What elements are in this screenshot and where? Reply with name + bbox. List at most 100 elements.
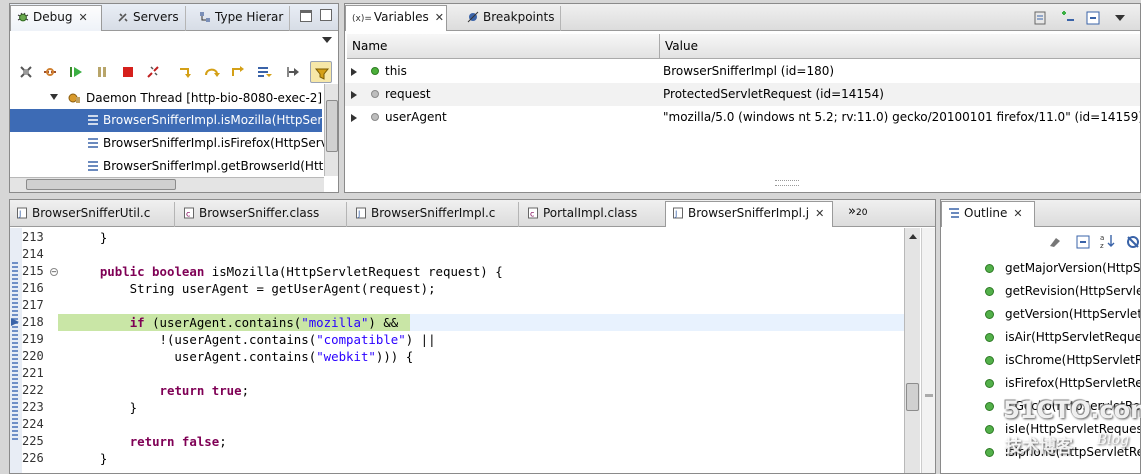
outline-item[interactable]: isChrome(HttpServletR: [941, 349, 1140, 372]
maximize-icon[interactable]: [320, 9, 332, 21]
code-line[interactable]: 220 userAgent.contains("webkit"))) {: [10, 348, 904, 365]
outline-item[interactable]: isAir(HttpServletReque: [941, 326, 1140, 349]
breakpoints-icon: [467, 11, 479, 23]
public-method-icon: [985, 287, 994, 296]
code-line[interactable]: 214: [10, 246, 904, 263]
code-line[interactable]: 216 String userAgent = getUserAgent(requ…: [10, 280, 904, 297]
disconnect-icon[interactable]: [145, 64, 161, 80]
chevron-right-icon[interactable]: [351, 91, 357, 99]
tab-debug[interactable]: Debug ✕: [10, 5, 102, 31]
scrollbar-thumb[interactable]: [26, 179, 176, 190]
svg-text:J: J: [18, 210, 21, 219]
add-expression-icon[interactable]: [1059, 10, 1075, 26]
outline-view: Outline ✕ az getMajorVersion(HttpSe getRe…: [940, 199, 1141, 474]
editor-tab[interactable]: c PortalImpl.class: [521, 202, 666, 227]
line-number: 225: [22, 434, 44, 448]
chevron-down-icon[interactable]: [50, 94, 58, 100]
chevron-right-icon[interactable]: [351, 68, 357, 76]
show-type-names-icon[interactable]: [1033, 10, 1049, 26]
close-icon[interactable]: ✕: [78, 11, 87, 24]
step-return-icon[interactable]: [230, 64, 246, 80]
close-icon[interactable]: ✕: [435, 11, 444, 24]
scroll-up-icon[interactable]: [909, 234, 917, 239]
stack-frame-selected[interactable]: BrowserSnifferImpl.isMozilla(HttpServ: [10, 109, 329, 132]
thread-node[interactable]: Daemon Thread [http-bio-8080-exec-2] (S: [10, 87, 338, 110]
stack-frame[interactable]: BrowserSnifferImpl.isFirefox(HttpServ: [10, 132, 328, 155]
code-line[interactable]: 225 return false;: [10, 433, 904, 450]
public-method-icon: [985, 379, 994, 388]
code-line-current[interactable]: 218 if (userAgent.contains("mozilla") &&: [10, 314, 904, 331]
code-line[interactable]: 222 return true;: [10, 382, 904, 399]
tab-outline[interactable]: Outline ✕: [941, 201, 1035, 227]
code-line[interactable]: 224: [10, 416, 904, 433]
code-line[interactable]: 226 }: [10, 450, 904, 467]
editor-tab-active[interactable]: J BrowserSnifferImpl.j ✕: [665, 201, 833, 227]
sort-icon[interactable]: az: [1099, 232, 1117, 250]
column-header-name[interactable]: Name: [352, 39, 387, 53]
outline-item-label: isIphone(HttpServletRe: [1005, 445, 1141, 459]
code-line[interactable]: 221: [10, 365, 904, 382]
scrollbar-thumb[interactable]: [326, 100, 338, 152]
suspend-icon[interactable]: [94, 64, 110, 80]
code-line[interactable]: 213 }: [10, 229, 904, 246]
code-line[interactable]: 215 public boolean isMozilla(HttpServlet…: [10, 263, 904, 280]
step-into-icon[interactable]: [178, 64, 194, 80]
tab-overflow-button[interactable]: »20: [848, 204, 867, 219]
variable-row[interactable]: request ProtectedServletRequest (id=1415…: [345, 83, 1140, 106]
debug-tabbar: Debug ✕ Servers Type Hierar: [10, 4, 338, 31]
stack-frame-icon: [88, 161, 98, 171]
variable-name: request: [385, 87, 431, 101]
view-menu-icon[interactable]: [1115, 15, 1125, 21]
hide-fields-icon[interactable]: [1047, 234, 1063, 250]
chevron-right-icon[interactable]: [351, 114, 357, 122]
tab-servers[interactable]: Servers: [111, 6, 186, 31]
column-divider[interactable]: [659, 34, 660, 59]
use-step-filters-icon[interactable]: [286, 64, 302, 80]
scrollbar-thumb[interactable]: [906, 383, 919, 411]
outline-item[interactable]: getMajorVersion(HttpSe: [941, 257, 1140, 280]
tab-breakpoints[interactable]: Breakpoints: [461, 6, 561, 31]
outline-item[interactable]: isIphone(HttpServletRe: [941, 441, 1141, 464]
terminate-icon[interactable]: [120, 64, 136, 80]
variable-row[interactable]: this BrowserSnifferImpl (id=180): [345, 60, 1140, 83]
line-number: 226: [22, 451, 44, 465]
variable-row[interactable]: userAgent "mozilla/5.0 (windows nt 5.2; …: [345, 106, 1140, 129]
minimize-icon[interactable]: [300, 10, 312, 22]
close-icon[interactable]: ✕: [815, 207, 824, 220]
thread-icon: [68, 93, 80, 103]
overview-marker[interactable]: [925, 394, 933, 397]
editor-tab[interactable]: J BrowserSnifferUtil.c: [10, 202, 175, 227]
link-with-debug-toggle[interactable]: [310, 61, 332, 83]
drop-to-frame-icon[interactable]: [256, 64, 272, 80]
collapse-all-icon[interactable]: [1085, 10, 1101, 26]
outline-item[interactable]: getVersion(HttpServletR: [941, 303, 1140, 326]
close-icon[interactable]: ✕: [1013, 207, 1022, 220]
collapse-all-icon[interactable]: [1075, 234, 1091, 250]
horizontal-scrollbar[interactable]: [10, 177, 324, 192]
code-line[interactable]: 223 }: [10, 399, 904, 416]
outline-item-label: isFirefox(HttpServletRe: [1005, 376, 1141, 390]
remove-terminated-icon[interactable]: [18, 64, 34, 80]
vertical-scrollbar[interactable]: [324, 84, 338, 176]
tab-variables[interactable]: (x)= Variables ✕: [345, 5, 447, 31]
stack-frame[interactable]: BrowserSnifferImpl.getBrowserId(Http: [10, 155, 331, 178]
editor-tab[interactable]: J BrowserSnifferImpl.c: [349, 202, 519, 227]
code-line[interactable]: 219 !(userAgent.contains("compatible") |…: [10, 331, 904, 348]
step-over-icon[interactable]: [204, 64, 220, 80]
field-icon: [371, 67, 379, 75]
outline-item[interactable]: isGecko(HttpServletRe: [941, 395, 1140, 418]
resume-icon[interactable]: [68, 64, 84, 80]
sash-grip[interactable]: [775, 180, 799, 186]
outline-item[interactable]: isFirefox(HttpServletRe: [941, 372, 1141, 395]
connect-icon[interactable]: [42, 64, 58, 80]
outline-item[interactable]: getRevision(HttpServletRe: [941, 280, 1140, 303]
outline-item[interactable]: isIe(HttpServletReques: [941, 418, 1140, 441]
editor-tab[interactable]: c BrowserSniffer.class: [177, 202, 347, 227]
tab-type-hierarchy[interactable]: Type Hierar: [193, 6, 291, 31]
column-header-value[interactable]: Value: [665, 39, 698, 53]
code-line[interactable]: 217: [10, 297, 904, 314]
hide-static-icon[interactable]: [1125, 234, 1141, 250]
view-menu-icon[interactable]: [322, 37, 332, 43]
editor-vertical-scrollbar[interactable]: [904, 228, 920, 473]
type-hierarchy-icon: [200, 12, 210, 22]
